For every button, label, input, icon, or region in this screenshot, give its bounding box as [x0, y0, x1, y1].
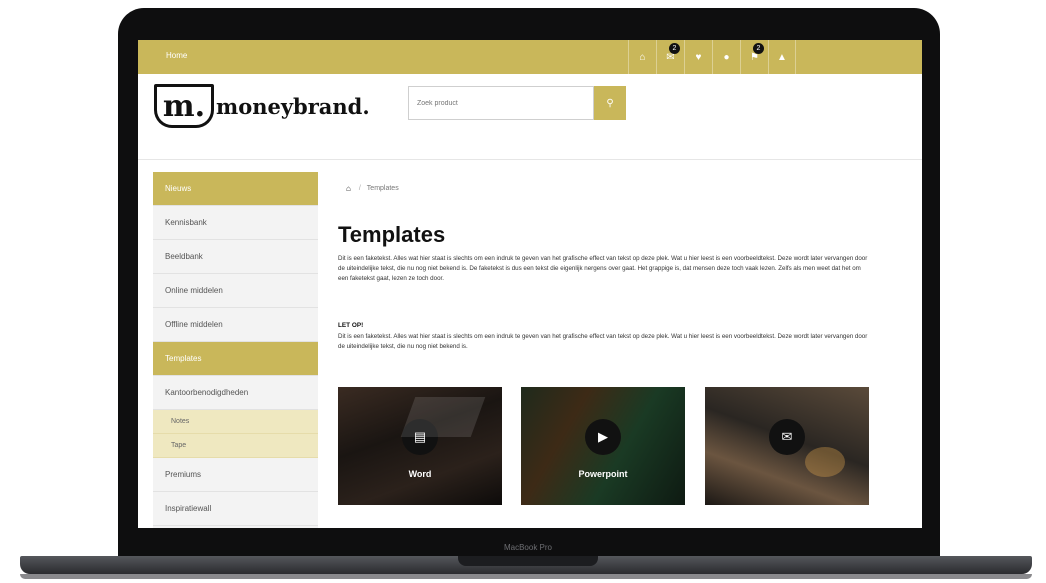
site-header: m. moneybrand. ⚲: [138, 74, 922, 160]
search-input[interactable]: [408, 86, 594, 120]
breadcrumb-home-icon[interactable]: ⌂: [346, 184, 351, 193]
template-cards: ▤ Word ▶ Powerpoint ✉: [338, 387, 878, 505]
page-title: Templates: [338, 222, 446, 247]
cart-icon[interactable]: ⚑ 2: [740, 40, 768, 74]
sidebar-subitem-notes[interactable]: Notes: [153, 410, 318, 434]
user-icon[interactable]: ●: [712, 40, 740, 74]
browser-screen: Home ⌂ ✉2 ♥ ● ⚑2 ▲ m. moneybrand. ⚲ Nieu…: [138, 40, 922, 528]
logo[interactable]: m. moneybrand.: [154, 84, 370, 128]
sidebar-item-offline-middelen[interactable]: Offline middelen: [153, 308, 318, 342]
sidebar-item-templates[interactable]: Templates: [153, 342, 318, 376]
heart-icon[interactable]: ♥: [684, 40, 712, 74]
top-bar: Home ⌂ ✉ 2 ♥ ● ⚑ 2 ▲: [138, 40, 922, 74]
sidebar-subitem-tape[interactable]: Tape: [153, 434, 318, 458]
card-label: Powerpoint: [578, 469, 628, 479]
card-powerpoint[interactable]: ▶ Powerpoint: [521, 387, 685, 505]
logo-mark: m.: [154, 84, 214, 128]
sidebar-item-kennisbank[interactable]: Kennisbank: [153, 206, 318, 240]
chat-badge: 2: [669, 43, 680, 54]
word-file-icon: ▤: [402, 419, 438, 455]
laptop-model-label: MacBook Pro: [503, 543, 553, 552]
search-button[interactable]: ⚲: [594, 86, 626, 120]
breadcrumb: ⌂ / Templates: [346, 184, 399, 193]
sidebar: Nieuws Kennisbank Beeldbank Online midde…: [153, 172, 318, 528]
laptop-shadow: [20, 574, 1032, 579]
logo-text: moneybrand.: [216, 93, 370, 119]
cart-badge: 2: [753, 43, 764, 54]
notice-heading: LET OP!: [338, 322, 364, 329]
card-word[interactable]: ▤ Word: [338, 387, 502, 505]
sidebar-item-online-middelen[interactable]: Online middelen: [153, 274, 318, 308]
notice-paragraph: Dit is een faketekst. Alles wat hier sta…: [338, 333, 868, 350]
card-label: Word: [408, 469, 432, 479]
sidebar-item-premiums[interactable]: Premiums: [153, 458, 318, 492]
laptop-notch: [458, 556, 598, 566]
sidebar-item-kantoorbenodigdheden[interactable]: Kantoorbenodigdheden: [153, 376, 318, 410]
envelope-icon: ✉: [769, 419, 805, 455]
home-link[interactable]: Home: [166, 51, 187, 60]
sidebar-item-nieuws[interactable]: Nieuws: [153, 172, 318, 206]
laptop-mockup: Home ⌂ ✉2 ♥ ● ⚑2 ▲ m. moneybrand. ⚲ Nieu…: [0, 0, 1046, 583]
card-email[interactable]: ✉: [705, 387, 869, 505]
sidebar-item-inspiratiewall[interactable]: Inspiratiewall: [153, 492, 318, 526]
search-icon: ⚲: [606, 97, 614, 109]
bell-icon[interactable]: ▲: [768, 40, 796, 74]
intro-paragraph: Dit is een faketekst. Alles wat hier sta…: [338, 255, 868, 282]
sidebar-item-beeldbank[interactable]: Beeldbank: [153, 240, 318, 274]
powerpoint-file-icon: ▶: [585, 419, 621, 455]
breadcrumb-current: Templates: [366, 185, 399, 192]
main-content: ⌂ / Templates Templates Dit is een faket…: [338, 172, 878, 528]
chat-icon[interactable]: ✉ 2: [656, 40, 684, 74]
home-icon[interactable]: ⌂: [628, 40, 656, 74]
